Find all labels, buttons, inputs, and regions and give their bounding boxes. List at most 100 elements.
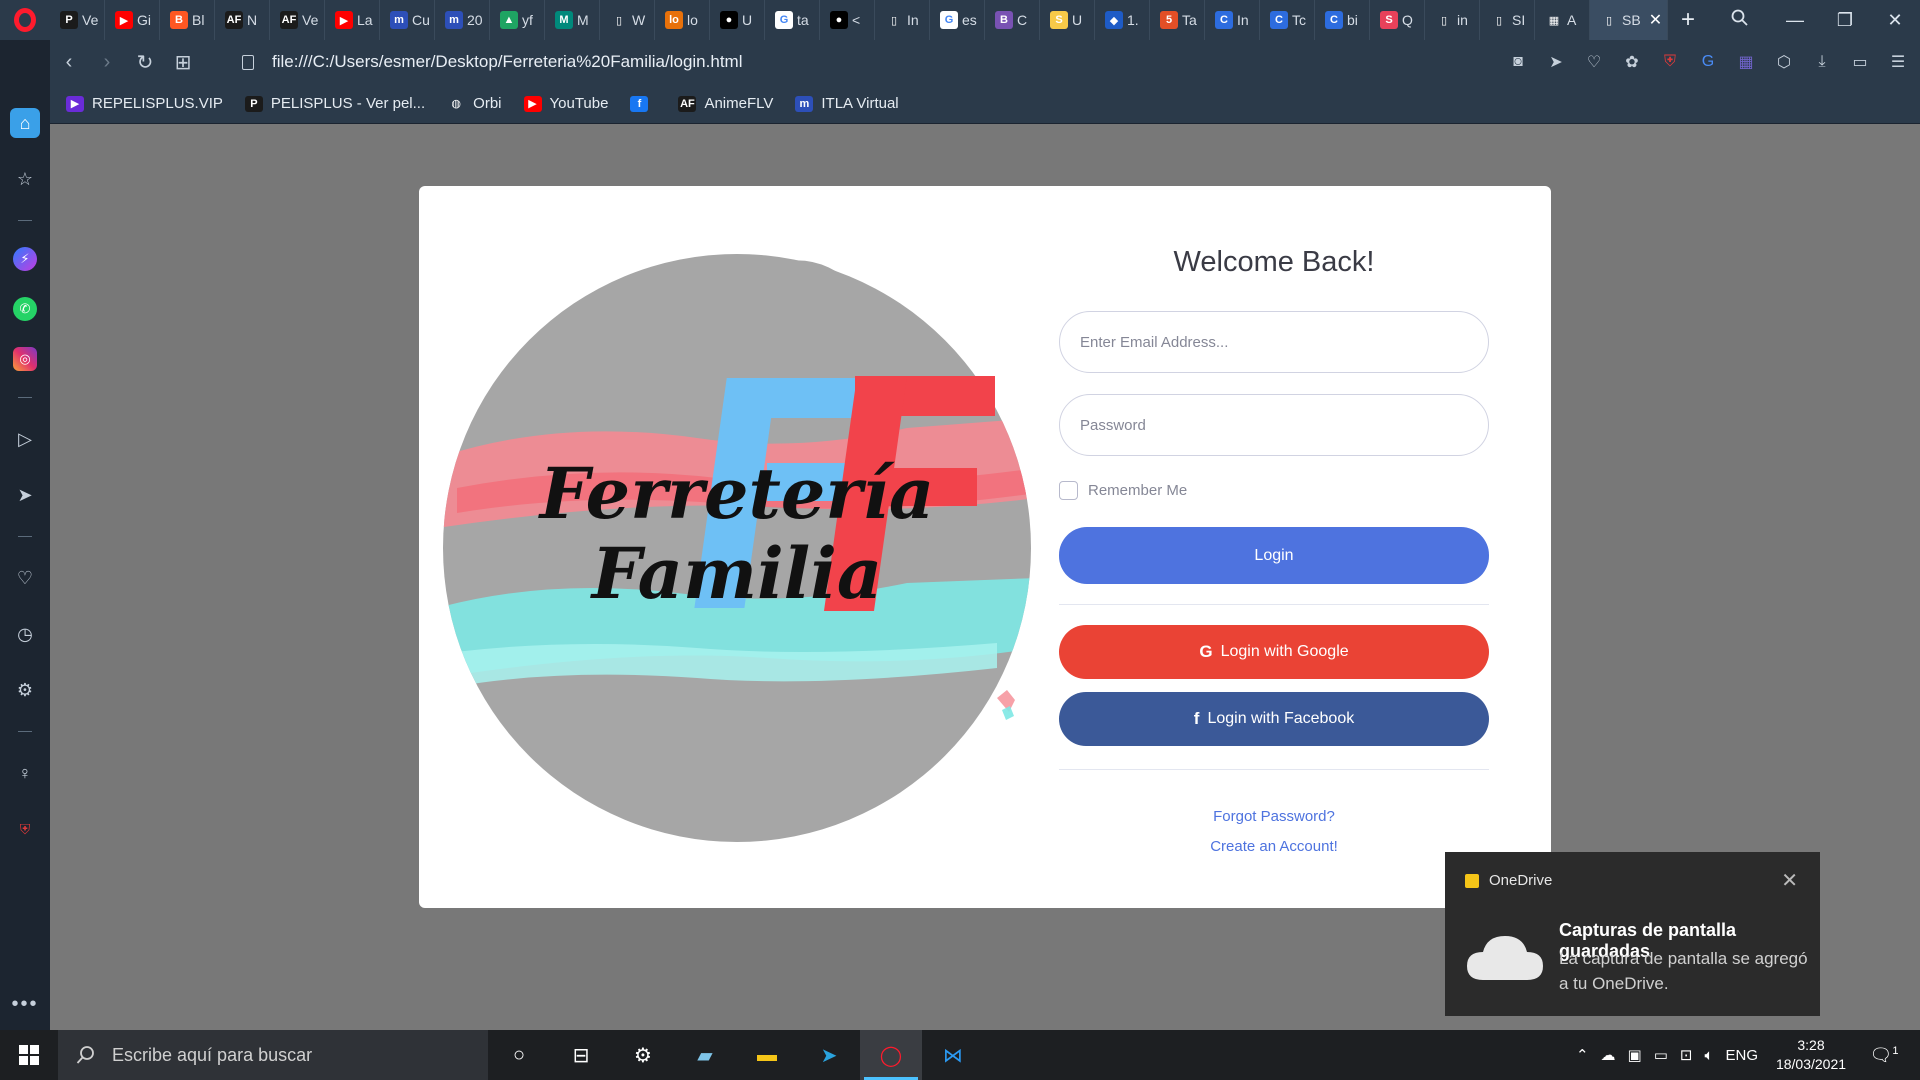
cortana-icon[interactable]: ○ — [488, 1030, 550, 1080]
task-view-icon[interactable]: ⊟ — [550, 1030, 612, 1080]
browser-tab[interactable]: ▦ A — [1535, 0, 1590, 40]
login-button[interactable]: Login — [1059, 527, 1489, 584]
browser-tab[interactable]: 5 Ta — [1150, 0, 1205, 40]
battery-icon[interactable]: ▭ — [1654, 1046, 1668, 1064]
opera-taskbar-icon[interactable]: ◯ — [860, 1030, 922, 1080]
bookmarks-heart-icon[interactable]: ♡ — [10, 563, 40, 593]
ublock-icon[interactable]: ⛨ — [1658, 50, 1682, 74]
file-explorer-icon[interactable]: ▬ — [736, 1030, 798, 1080]
sidebar-more-icon[interactable]: ••• — [11, 993, 38, 1016]
browser-tab[interactable]: Gta — [765, 0, 820, 40]
send-icon[interactable]: ➤ — [1544, 50, 1568, 74]
remember-me-checkbox[interactable] — [1059, 481, 1078, 500]
cube-icon[interactable]: ⬡ — [1772, 50, 1796, 74]
translate-icon[interactable]: G — [1696, 50, 1720, 74]
settings-gear-icon[interactable]: ⚙ — [10, 675, 40, 705]
volume-icon[interactable]: 🔈︎ — [1704, 1047, 1713, 1064]
url-field[interactable]: file:///C:/Users/esmer/Desktop/Ferreteri… — [242, 52, 742, 72]
browser-tab[interactable]: Ges — [930, 0, 985, 40]
back-button[interactable]: ‹ — [50, 51, 88, 74]
messenger-icon[interactable]: ⚡ — [13, 247, 37, 271]
browser-tab[interactable]: Cbi — [1315, 0, 1370, 40]
browser-tab[interactable]: ▯ In — [875, 0, 930, 40]
bookmark-item[interactable]: AF AnimeFLV — [678, 95, 773, 112]
browser-tab[interactable]: ▯ in — [1425, 0, 1480, 40]
bookmark-item[interactable]: ▶ REPELISPLUS.VIP — [66, 95, 223, 112]
start-button[interactable] — [0, 1030, 58, 1080]
browser-tab[interactable]: AF N — [215, 0, 270, 40]
forward-button[interactable]: › — [88, 51, 126, 74]
bookmark-item[interactable]: f — [630, 95, 656, 112]
remember-me[interactable]: Remember Me — [1059, 481, 1187, 500]
toast-close-icon[interactable]: ✕ — [1781, 868, 1798, 893]
browser-tab[interactable]: ▲ yf — [490, 0, 545, 40]
player-icon[interactable]: ▷ — [10, 424, 40, 454]
tab-search-icon[interactable] — [1710, 9, 1770, 32]
device-icon[interactable]: ▣ — [1628, 1046, 1642, 1064]
browser-tab[interactable]: ▶ La — [325, 0, 380, 40]
tips-lightbulb-icon[interactable]: ♀ — [10, 758, 40, 788]
taskbar-search-box[interactable]: Escribe aquí para buscar — [58, 1030, 488, 1080]
speed-dial-star-icon[interactable]: ☆ — [10, 164, 40, 194]
my-flow-icon[interactable]: ➤ — [10, 480, 40, 510]
extension-puzzle-icon[interactable]: ▦ — [1734, 50, 1758, 74]
browser-tab[interactable]: MM — [545, 0, 600, 40]
login-with-facebook-button[interactable]: f Login with Facebook — [1059, 692, 1489, 746]
browser-tab[interactable]: ● < — [820, 0, 875, 40]
browser-tab[interactable]: m Cu — [380, 0, 435, 40]
bookmark-item[interactable]: ◍ Orbi — [447, 95, 502, 112]
new-tab-button[interactable]: + — [1668, 6, 1708, 34]
ublock-sidebar-icon[interactable]: ⛨ — [10, 814, 40, 844]
settings-taskbar-icon[interactable]: ⚙ — [612, 1030, 674, 1080]
bookmark-item[interactable]: m ITLA Virtual — [795, 95, 899, 112]
browser-tab[interactable]: ▶ Gi — [105, 0, 160, 40]
browser-tab[interactable]: SU — [1040, 0, 1095, 40]
browser-tab[interactable]: ▯ W — [600, 0, 655, 40]
easy-setup-icon[interactable]: ☰ — [1886, 50, 1910, 74]
browser-tab[interactable]: B Bl — [160, 0, 215, 40]
email-field[interactable] — [1059, 311, 1489, 373]
forgot-password-link[interactable]: Forgot Password? — [1059, 808, 1489, 825]
browser-tab[interactable]: BC — [985, 0, 1040, 40]
browser-tab[interactable]: C Tc — [1260, 0, 1315, 40]
browser-tab[interactable]: ● U — [710, 0, 765, 40]
download-icon[interactable]: ⤓ — [1810, 50, 1834, 74]
battery-saver-icon[interactable]: ▭ — [1848, 50, 1872, 74]
vscode-icon[interactable]: ⋈ — [922, 1030, 984, 1080]
onedrive-notification[interactable]: OneDrive ✕ Capturas de pantalla guardada… — [1445, 852, 1820, 1016]
login-with-google-button[interactable]: G Login with Google — [1059, 625, 1489, 679]
browser-tab[interactable]: AF Ve — [270, 0, 325, 40]
browser-tab[interactable]: C In — [1205, 0, 1260, 40]
bookmark-item[interactable]: P PELISPLUS - Ver pel... — [244, 95, 425, 112]
language-indicator[interactable]: ENG — [1725, 1047, 1758, 1064]
reload-button[interactable]: ↻ — [126, 50, 164, 75]
extension-icon[interactable]: ✿ — [1620, 50, 1644, 74]
network-icon[interactable]: ⊡ — [1680, 1046, 1693, 1064]
history-clock-icon[interactable]: ◷ — [10, 619, 40, 649]
home-icon[interactable]: ⌂ — [10, 108, 40, 138]
browser-tab[interactable]: ▯ SI — [1480, 0, 1535, 40]
notes-app-icon[interactable]: ▰ — [674, 1030, 736, 1080]
create-account-link[interactable]: Create an Account! — [1059, 838, 1489, 855]
browser-tab[interactable]: lo lo — [655, 0, 710, 40]
browser-tab[interactable]: ◆ 1. — [1095, 0, 1150, 40]
close-tab-icon[interactable]: ✕ — [1649, 10, 1662, 30]
active-browser-tab[interactable]: ▯ SB ✕ — [1590, 0, 1668, 40]
password-field[interactable] — [1059, 394, 1489, 456]
restore-button[interactable]: ❐ — [1820, 10, 1870, 31]
browser-tab[interactable]: m 20 — [435, 0, 490, 40]
opera-menu-button[interactable] — [0, 0, 50, 40]
action-center-icon[interactable]: 🗨︎1 — [1864, 1045, 1904, 1066]
browser-tab[interactable]: SQ — [1370, 0, 1425, 40]
telegram-icon[interactable]: ➤ — [798, 1030, 860, 1080]
clock[interactable]: 3:28 18/03/2021 — [1770, 1036, 1852, 1074]
tabs-overview-icon[interactable]: ⊞ — [164, 50, 202, 75]
onedrive-tray-icon[interactable]: ☁ — [1601, 1046, 1616, 1064]
whatsapp-icon[interactable]: ✆ — [13, 297, 37, 321]
bookmark-heart-icon[interactable]: ♡ — [1582, 50, 1606, 74]
bookmark-item[interactable]: ▶ YouTube — [523, 95, 608, 112]
minimize-button[interactable]: — — [1770, 10, 1820, 31]
browser-tab[interactable]: P Ve — [50, 0, 105, 40]
close-window-button[interactable]: ✕ — [1870, 10, 1920, 31]
instagram-icon[interactable]: ◎ — [13, 347, 37, 371]
